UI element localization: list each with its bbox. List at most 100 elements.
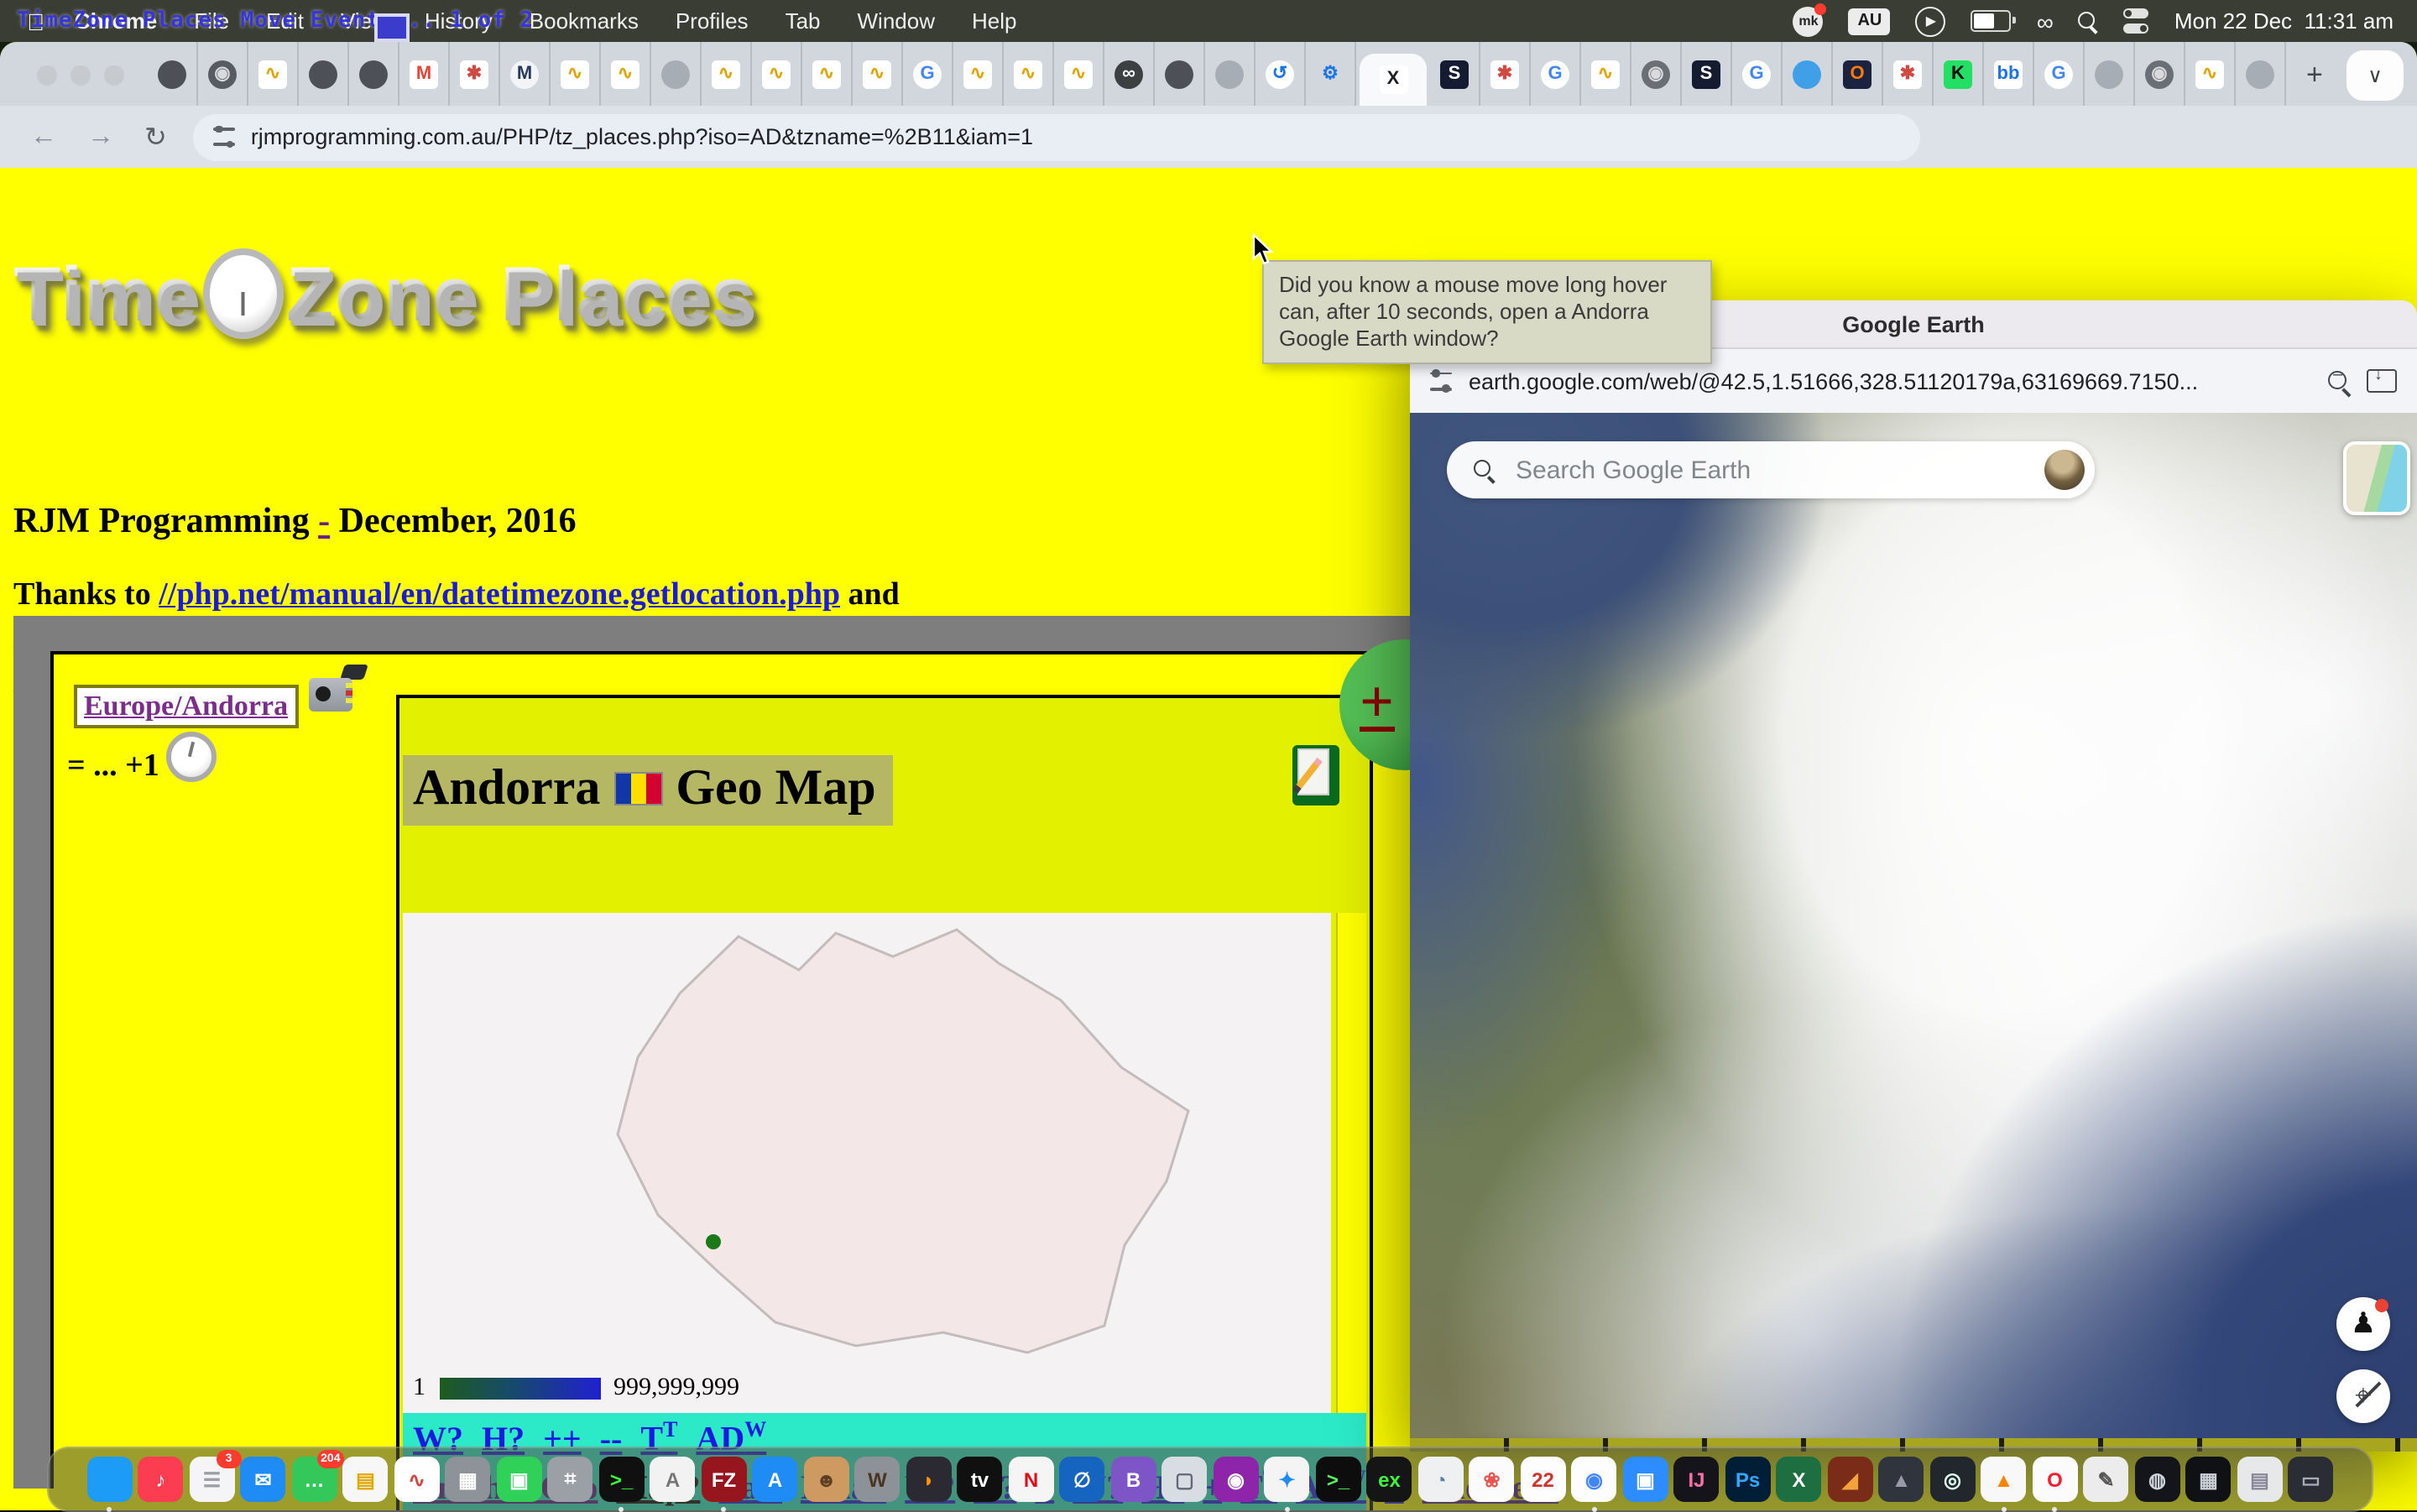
dock-app-mail[interactable]: ✉ (241, 1457, 286, 1502)
tab-globe[interactable] (1155, 42, 1205, 106)
tab-chromium-gray[interactable]: ◉ (1631, 42, 1682, 106)
tab-chart[interactable]: ∿ (551, 42, 601, 106)
zoom-out-icon[interactable] (2328, 370, 2350, 392)
dock-app-exec[interactable]: ex (1367, 1457, 1412, 1502)
tab-globe[interactable] (148, 42, 198, 106)
url-text[interactable]: rjmprogramming.com.au/PHP/tz_places.php?… (251, 124, 1033, 149)
menubar-item-tab[interactable]: Tab (786, 8, 821, 34)
dock-app-bbedit[interactable]: B (1111, 1457, 1156, 1502)
zoom-window-button[interactable] (104, 65, 124, 86)
dock-app-gimp[interactable]: W (855, 1457, 901, 1502)
tab-globe[interactable] (299, 42, 349, 106)
tab-chart[interactable]: ∿ (802, 42, 853, 106)
control-center-icon[interactable] (2124, 8, 2149, 34)
tab-chart[interactable]: ∿ (248, 42, 299, 106)
tab-chart[interactable]: ∿ (1054, 42, 1104, 106)
capital-marker[interactable] (706, 1234, 721, 1249)
dock-app-vlc[interactable]: ▲ (1981, 1457, 2027, 1502)
tab-chart[interactable]: ∿ (702, 42, 752, 106)
dock-app-calendar[interactable]: ▤ (343, 1457, 389, 1502)
menubar-item-window[interactable]: Window (858, 8, 936, 34)
pegman-button[interactable]: ♟ (2336, 1297, 2390, 1351)
menubar-clock[interactable]: Mon 22 Dec 11:31 am (2174, 8, 2394, 34)
forward-button[interactable]: → (87, 122, 114, 152)
dock-app-calendar-day[interactable]: 22 (1521, 1457, 1566, 1502)
tab-search-button[interactable]: ∨ (2347, 50, 2404, 101)
tab-ghost[interactable] (2236, 42, 2286, 106)
close-window-button[interactable] (37, 65, 57, 86)
tab-colorwheel[interactable]: ✱ (450, 42, 500, 106)
tab-britbox[interactable]: bb (1984, 42, 2034, 106)
tab-orange-o[interactable]: O (1833, 42, 1883, 106)
andorra-map[interactable]: 1 999,999,999 (403, 913, 1331, 1413)
dock-app-photos[interactable]: ❀ (1470, 1457, 1515, 1502)
dock-app-camera[interactable]: ◎ (1930, 1457, 1976, 1502)
dock-app-phone[interactable]: ⌗ (548, 1457, 593, 1502)
tab-chart[interactable]: ∿ (752, 42, 802, 106)
tab-chromium-gray[interactable]: ◉ (2135, 42, 2185, 106)
tab-google-dashed[interactable]: G (1732, 42, 1783, 106)
tab-colorwheel[interactable]: ✱ (1480, 42, 1531, 106)
dock-app-appstore[interactable]: A (753, 1457, 798, 1502)
heading-dash-link[interactable]: - (318, 500, 330, 540)
tab-ghost[interactable] (1205, 42, 1255, 106)
dock-app-launchpad[interactable]: ▦ (446, 1457, 491, 1502)
menubar-item-bookmarks[interactable]: Bookmarks (530, 8, 639, 34)
reload-button[interactable]: ↻ (144, 120, 167, 154)
dock-app-music[interactable]: ♪ (138, 1457, 184, 1502)
dock-app-chrome[interactable]: ◉ (1572, 1457, 1617, 1502)
tab-abc[interactable]: ∞ (1104, 42, 1155, 106)
tab-substack[interactable]: S (1430, 42, 1480, 106)
input-source-menu[interactable]: AU (1849, 8, 1891, 34)
address-bar[interactable]: rjmprogramming.com.au/PHP/tz_places.php?… (194, 113, 1921, 160)
dock-app-safari[interactable]: ✦ (1265, 1457, 1310, 1502)
tab-google-dashed[interactable]: G (1531, 42, 1581, 106)
tab-ghost[interactable] (2085, 42, 2135, 106)
map-style-thumbnail[interactable] (2343, 441, 2410, 515)
tab-ghost[interactable] (651, 42, 702, 106)
earth-profile-avatar[interactable] (2044, 450, 2085, 490)
tab-chart[interactable]: ∿ (1581, 42, 1631, 106)
notification-app-icon[interactable]: mk (1793, 6, 1824, 36)
hotspot-icon[interactable]: ∞ (2037, 8, 2054, 34)
dock-app-opera[interactable]: O (2033, 1457, 2078, 1502)
dock-app-photo-dark[interactable]: ▲ (1879, 1457, 1924, 1502)
dock-app-facetime[interactable]: ▣ (497, 1457, 542, 1502)
earth-satellite-view[interactable]: Search Google Earth ♟ ⌖ 3D ⊙∿▭◈✂ 300 km (1410, 413, 2417, 1438)
dock-app-monitor[interactable]: ▭ (2289, 1457, 2334, 1502)
feedback-note-icon[interactable] (1292, 745, 1339, 806)
video-camera-icon[interactable] (302, 665, 366, 715)
tab-chart[interactable]: ∿ (1004, 42, 1054, 106)
link-getlocation[interactable]: //php.net/manual/en/datetimezone.getloca… (159, 577, 840, 613)
battery-icon[interactable] (1971, 10, 2012, 32)
tab-mastodon[interactable]: M (500, 42, 551, 106)
playback-menu-icon[interactable]: ▶ (1916, 6, 1946, 36)
my-location-button[interactable]: ⌖ (2336, 1369, 2390, 1423)
dock-app-imagecapture[interactable]: ▢ (1162, 1457, 1208, 1502)
dock-app-intellij[interactable]: IJ (1674, 1457, 1720, 1502)
tab-colorwheel[interactable]: ✱ (1883, 42, 1934, 106)
tab-cricket[interactable] (1783, 42, 1833, 106)
dock-app-zoom[interactable]: ▣ (1623, 1457, 1668, 1502)
minimize-window-button[interactable] (70, 65, 91, 86)
tab-chromium[interactable]: ◉ (198, 42, 248, 106)
dock-app-iterm[interactable]: >_ (1316, 1457, 1361, 1502)
earth-site-settings-icon[interactable] (1430, 370, 1452, 392)
back-button[interactable]: ← (30, 122, 57, 152)
dock-app-notes-panel[interactable]: ▤ (2237, 1457, 2283, 1502)
dock-app-preview[interactable]: ◔ (1418, 1457, 1464, 1502)
dock-app-finder[interactable] (87, 1457, 133, 1502)
spotlight-search-icon[interactable] (2079, 11, 2099, 31)
tab-google[interactable]: G (2034, 42, 2085, 106)
dock-app-netflix[interactable]: N (1009, 1457, 1054, 1502)
earth-search-bar[interactable]: Search Google Earth (1447, 441, 2095, 498)
tab-google[interactable]: G (903, 42, 953, 106)
dock-app-photo-sunset[interactable]: ◢ (1828, 1457, 1873, 1502)
tab-chart[interactable]: ∿ (853, 42, 903, 106)
dock-app-contacts[interactable]: ☻ (804, 1457, 849, 1502)
clock-icon[interactable] (166, 732, 217, 782)
dock-app-appletv[interactable]: tv (958, 1457, 1003, 1502)
tab-substack[interactable]: S (1682, 42, 1732, 106)
dock-app-terminal[interactable]: >_ (599, 1457, 645, 1502)
frame-scrollbar[interactable] (1336, 913, 1366, 1413)
